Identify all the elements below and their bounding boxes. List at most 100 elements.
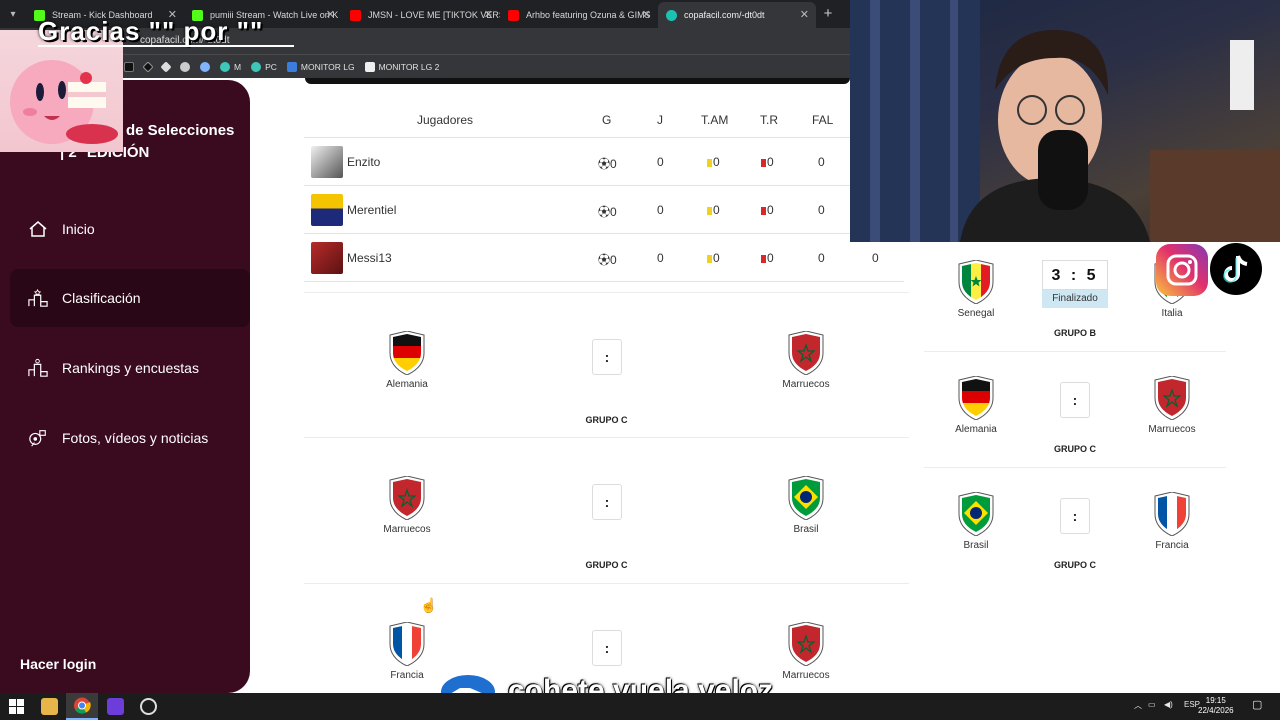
screen: ▾ Stream - Kick Dashboard ✕ pumiii Strea… bbox=[0, 0, 1280, 720]
youtube-icon bbox=[350, 10, 361, 21]
away-team[interactable]: Marruecos bbox=[746, 331, 866, 390]
home-team[interactable]: Senegal bbox=[926, 260, 1026, 319]
tray-chevron-icon[interactable]: ︿ bbox=[1134, 700, 1142, 711]
clapper-app-icon[interactable] bbox=[107, 698, 124, 715]
bookmark[interactable]: MONITOR LG bbox=[286, 61, 355, 72]
tab-search-button[interactable]: ▾ bbox=[0, 0, 26, 28]
bookmark[interactable]: MONITOR LG 2 bbox=[364, 61, 439, 72]
browser-tab[interactable]: JMSN - LOVE ME [TIKTOK VERS ✕ bbox=[342, 2, 500, 28]
players-table: Jugadores G J T.AM T.R FAL Enzito ⚽︎0 0 … bbox=[304, 100, 904, 282]
ball-icon: ⚽︎ bbox=[598, 205, 611, 219]
sidebar-item-fotos[interactable]: Fotos, vídeos y noticias bbox=[10, 409, 250, 467]
sidebar: de Selecciones | 2° EDICIÓN Inicio Clasi… bbox=[0, 80, 250, 693]
played-cell: 0 bbox=[657, 155, 664, 169]
table-row[interactable]: Merentiel ⚽︎0 0 0 0 0 bbox=[304, 186, 904, 234]
match-card[interactable]: Brasil : Francia GRUPO C bbox=[924, 468, 1226, 584]
score-box[interactable]: : bbox=[592, 630, 622, 666]
browser-tab[interactable]: Arhbo featuring Ozuna & GIMS ✕ bbox=[500, 2, 658, 28]
close-icon[interactable]: ✕ bbox=[642, 2, 651, 28]
home-team[interactable]: Brasil bbox=[926, 492, 1026, 551]
table-row[interactable]: Enzito ⚽︎0 0 0 0 0 bbox=[304, 138, 904, 186]
yellow-cards-cell: 0 bbox=[707, 203, 720, 217]
match-card[interactable]: Alemania : Marruecos GRUPO C bbox=[304, 292, 909, 438]
player-name[interactable]: Enzito bbox=[347, 155, 380, 169]
fouls-cell: 0 bbox=[818, 203, 825, 217]
avatar bbox=[311, 146, 343, 178]
sidebar-item-clasificacion[interactable]: Clasificación bbox=[10, 269, 250, 327]
group-label: GRUPO C bbox=[585, 415, 628, 425]
table-row[interactable]: Messi13 ⚽︎0 0 0 0 0 0 bbox=[304, 234, 904, 282]
bookmark[interactable] bbox=[180, 61, 190, 72]
morocco-flag-shield-icon bbox=[788, 622, 824, 666]
home-icon bbox=[28, 219, 48, 239]
score-box[interactable]: : bbox=[1060, 382, 1090, 418]
obs-icon[interactable] bbox=[140, 698, 157, 715]
away-team[interactable]: Francia bbox=[1122, 492, 1222, 551]
away-team[interactable]: Marruecos bbox=[1122, 376, 1222, 435]
upcoming-matches-panel: Senegal 3 : 5 Finalizado Italia GRUPO B … bbox=[924, 242, 1226, 610]
match-card[interactable]: Marruecos : Brasil GRUPO C bbox=[304, 438, 909, 584]
yellow-card-icon bbox=[707, 159, 712, 167]
media-icon bbox=[28, 428, 48, 448]
goals-cell: ⚽︎0 bbox=[598, 157, 617, 171]
tiktok-bookmark[interactable] bbox=[124, 61, 134, 72]
table-header: Jugadores G J T.AM T.R FAL bbox=[304, 100, 904, 138]
bookmark[interactable] bbox=[142, 60, 154, 73]
brazil-flag-shield-icon bbox=[958, 492, 994, 536]
played-cell: 0 bbox=[657, 203, 664, 217]
goals-cell: ⚽︎0 bbox=[598, 253, 617, 267]
login-link[interactable]: Hacer login bbox=[20, 656, 96, 672]
player-name[interactable]: Merentiel bbox=[347, 203, 396, 217]
system-clock[interactable]: 19:15 22/4/2026 bbox=[1198, 696, 1234, 716]
bookmark[interactable]: M bbox=[220, 61, 241, 72]
match-card[interactable]: Alemania : Marruecos GRUPO C bbox=[924, 352, 1226, 468]
score-box[interactable]: : bbox=[592, 339, 622, 375]
away-team[interactable]: Brasil bbox=[746, 476, 866, 535]
browser-tab-active[interactable]: copafacil.com/-dt0dt ✕ bbox=[658, 2, 816, 28]
score-box[interactable]: : bbox=[592, 484, 622, 520]
score-box[interactable]: : bbox=[1060, 498, 1090, 534]
red-card-icon bbox=[761, 159, 766, 167]
bookmark[interactable] bbox=[160, 60, 172, 73]
chrome-taskbar-button[interactable] bbox=[66, 693, 98, 720]
ball-icon: ⚽︎ bbox=[598, 253, 611, 267]
notification-icon[interactable]: ▢ bbox=[1252, 698, 1262, 711]
morocco-flag-shield-icon bbox=[1154, 376, 1190, 420]
morocco-flag-shield-icon bbox=[389, 476, 425, 520]
final-score-box[interactable]: 3 : 5 Finalizado bbox=[1042, 260, 1108, 308]
podium-icon bbox=[28, 288, 48, 308]
home-team[interactable]: Alemania bbox=[926, 376, 1026, 435]
yellow-card-icon bbox=[707, 207, 712, 215]
red-cards-cell: 0 bbox=[761, 155, 774, 169]
close-icon[interactable]: ✕ bbox=[484, 2, 493, 28]
played-cell: 0 bbox=[657, 251, 664, 265]
youtube-icon bbox=[508, 10, 519, 21]
group-label: GRUPO C bbox=[1053, 444, 1096, 454]
instagram-icon bbox=[1156, 244, 1208, 296]
fouls-cell: 0 bbox=[818, 155, 825, 169]
volume-icon[interactable]: ◀) bbox=[1164, 700, 1173, 709]
sidebar-item-inicio[interactable]: Inicio bbox=[10, 200, 250, 258]
kirby-overlay-image bbox=[0, 30, 123, 152]
copafacil-icon bbox=[666, 10, 677, 21]
close-icon[interactable]: ✕ bbox=[800, 2, 809, 28]
bookmark[interactable] bbox=[200, 61, 210, 72]
yellow-cards-cell: 0 bbox=[707, 251, 720, 265]
new-tab-button[interactable]: + bbox=[816, 2, 840, 28]
home-team[interactable]: Alemania bbox=[347, 331, 467, 390]
tab-label: copafacil.com/-dt0dt bbox=[684, 10, 765, 20]
home-team[interactable]: Marruecos bbox=[347, 476, 467, 535]
player-name[interactable]: Messi13 bbox=[347, 251, 392, 265]
france-flag-shield-icon bbox=[1154, 492, 1190, 536]
status-badge: Finalizado bbox=[1042, 290, 1108, 308]
network-icon[interactable]: ▭ bbox=[1148, 700, 1156, 709]
windows-start-icon[interactable] bbox=[8, 698, 25, 715]
tab-label: JMSN - LOVE ME [TIKTOK VERS bbox=[368, 10, 500, 20]
bookmark[interactable]: PC bbox=[251, 61, 277, 72]
file-explorer-icon[interactable] bbox=[41, 698, 58, 715]
germany-flag-shield-icon bbox=[958, 376, 994, 420]
germany-flag-shield-icon bbox=[389, 331, 425, 375]
group-label: GRUPO C bbox=[1053, 560, 1096, 570]
close-icon[interactable]: ✕ bbox=[326, 2, 335, 28]
sidebar-item-rankings[interactable]: Rankings y encuestas bbox=[10, 339, 250, 397]
